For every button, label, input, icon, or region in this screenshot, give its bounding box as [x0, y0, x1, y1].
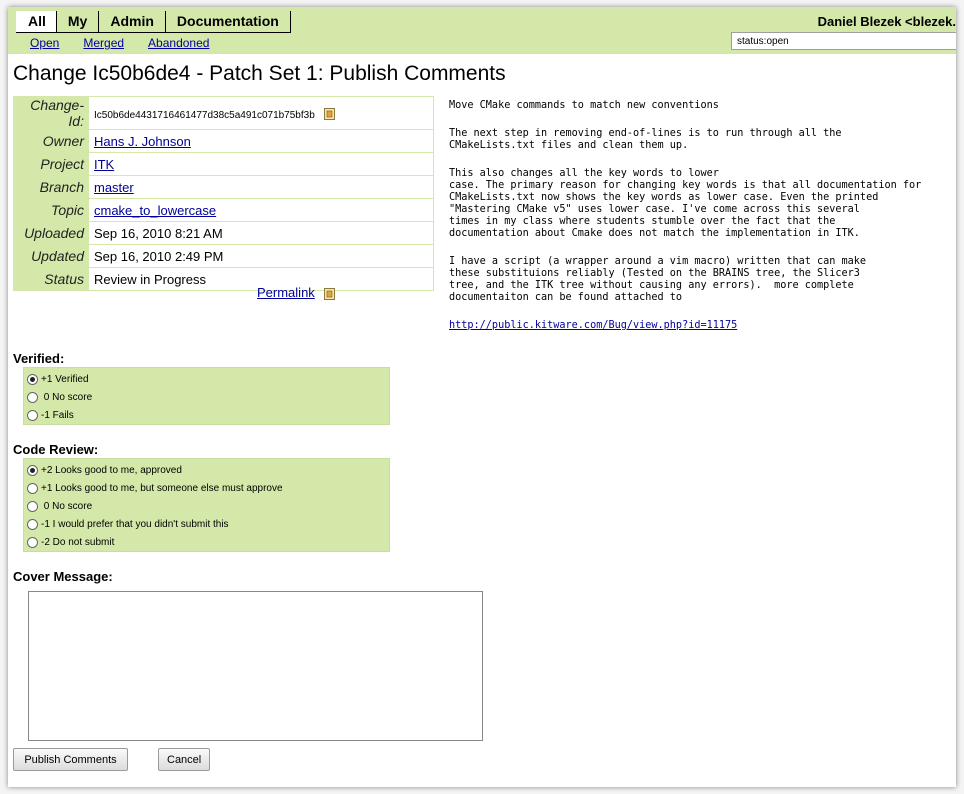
code-review-option-plus2[interactable]: +2 Looks good to me, approved [24, 461, 389, 479]
change-id-label: Change-Id: [13, 96, 89, 130]
code-review-option-minus1[interactable]: -1 I would prefer that you didn't submit… [24, 515, 389, 533]
radio-icon[interactable] [27, 536, 38, 548]
updated-value: Sep 16, 2010 2:49 PM [89, 244, 434, 268]
verified-option-0[interactable]: 0 No score [24, 388, 389, 406]
cover-message-input[interactable] [28, 591, 483, 741]
info-row-owner: Owner Hans J. Johnson [13, 129, 434, 153]
change-info-table: Change-Id: Ic50b6de4431716461477d38c5a49… [13, 96, 434, 291]
top-bar: All My Admin Documentation Open Merged A… [8, 7, 956, 54]
subtab-abandoned[interactable]: Abandoned [148, 36, 209, 50]
change-id-cell: Ic50b6de4431716461477d38c5a491c071b75bf3… [89, 96, 434, 130]
search-input[interactable] [731, 32, 956, 50]
bug-link[interactable]: http://public.kitware.com/Bug/view.php?i… [449, 320, 737, 331]
page-title: Change Ic50b6de4 - Patch Set 1: Publish … [13, 62, 506, 85]
code-review-options: +2 Looks good to me, approved +1 Looks g… [23, 458, 390, 552]
tab-documentation[interactable]: Documentation [166, 11, 291, 32]
radio-icon[interactable] [27, 373, 38, 385]
permalink-row: Permalink [257, 285, 336, 300]
verified-label: Verified: [13, 351, 65, 366]
info-row-project: Project ITK [13, 152, 434, 176]
commit-message-subject: Move CMake commands to match new convent… [449, 100, 719, 111]
tab-all[interactable]: All [16, 11, 57, 32]
branch-label: Branch [13, 175, 89, 199]
code-review-option-0[interactable]: 0 No score [24, 497, 389, 515]
topic-link[interactable]: cmake_to_lowercase [94, 203, 216, 218]
cover-message-label: Cover Message: [13, 569, 113, 584]
code-review-option-plus1[interactable]: +1 Looks good to me, but someone else mu… [24, 479, 389, 497]
radio-icon[interactable] [27, 518, 38, 530]
verified-option-plus1[interactable]: +1 Verified [24, 370, 389, 388]
user-menu[interactable]: Daniel Blezek <blezek. [818, 14, 956, 29]
commit-message-paragraph: The next step in removing end-of-lines i… [449, 128, 842, 151]
radio-icon[interactable] [27, 482, 38, 494]
publish-comments-button[interactable]: Publish Comments [13, 748, 128, 771]
updated-label: Updated [13, 244, 89, 268]
info-row-branch: Branch master [13, 175, 434, 199]
info-row-uploaded: Uploaded Sep 16, 2010 8:21 AM [13, 221, 434, 245]
commit-message-paragraph: This also changes all the key words to l… [449, 168, 922, 239]
copy-icon[interactable] [324, 108, 336, 121]
owner-label: Owner [13, 129, 89, 153]
branch-link[interactable]: master [94, 180, 134, 195]
status-label: Status [13, 267, 89, 291]
subtab-merged[interactable]: Merged [83, 36, 124, 50]
radio-icon[interactable] [27, 409, 38, 421]
owner-link[interactable]: Hans J. Johnson [94, 134, 191, 149]
commit-message: Move CMake commands to match new convent… [449, 100, 954, 348]
info-row-updated: Updated Sep 16, 2010 2:49 PM [13, 244, 434, 268]
change-id-value: Ic50b6de4431716461477d38c5a491c071b75bf3… [94, 109, 315, 121]
code-review-label: Code Review: [13, 442, 99, 457]
info-row-status: Status Review in Progress [13, 267, 434, 291]
sub-tabs: Open Merged Abandoned [30, 36, 233, 50]
main-tabs: All My Admin Documentation [16, 11, 291, 33]
permalink-link[interactable]: Permalink [257, 285, 315, 300]
project-label: Project [13, 152, 89, 176]
uploaded-label: Uploaded [13, 221, 89, 245]
page: All My Admin Documentation Open Merged A… [8, 7, 956, 787]
verified-options: +1 Verified 0 No score -1 Fails [23, 367, 390, 425]
cancel-button[interactable]: Cancel [158, 748, 210, 771]
uploaded-value: Sep 16, 2010 8:21 AM [89, 221, 434, 245]
radio-icon[interactable] [27, 391, 38, 403]
copy-permalink-icon[interactable] [324, 287, 336, 300]
radio-icon[interactable] [27, 464, 38, 476]
commit-message-paragraph: I have a script (a wrapper around a vim … [449, 256, 867, 303]
verified-option-minus1[interactable]: -1 Fails [24, 406, 389, 424]
topic-label: Topic [13, 198, 89, 222]
tab-my[interactable]: My [57, 11, 100, 32]
radio-icon[interactable] [27, 500, 38, 512]
code-review-option-minus2[interactable]: -2 Do not submit [24, 533, 389, 551]
tab-admin[interactable]: Admin [99, 11, 166, 32]
info-row-change-id: Change-Id: Ic50b6de4431716461477d38c5a49… [13, 96, 434, 130]
subtab-open[interactable]: Open [30, 36, 59, 50]
project-link[interactable]: ITK [94, 157, 114, 172]
info-row-topic: Topic cmake_to_lowercase [13, 198, 434, 222]
